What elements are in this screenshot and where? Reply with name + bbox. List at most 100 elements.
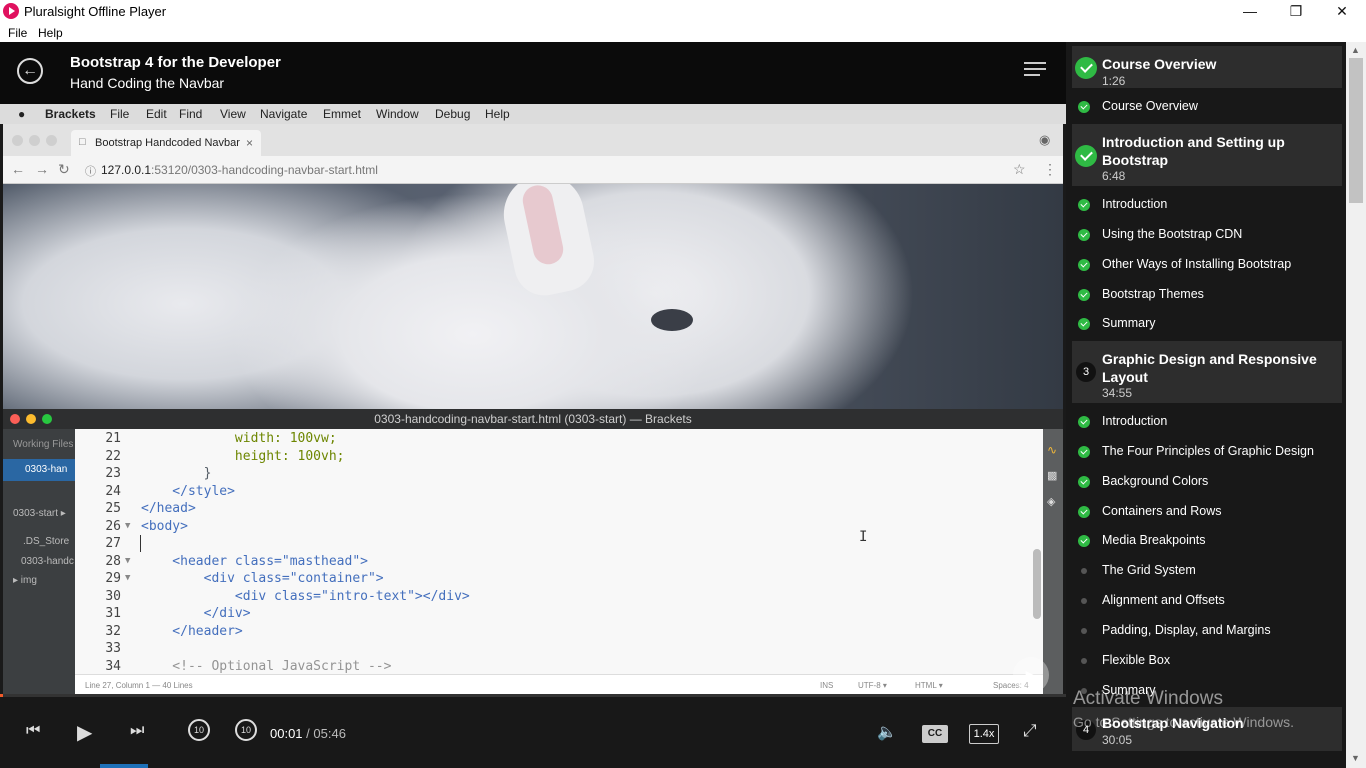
clip-complete-icon — [1078, 446, 1090, 458]
clip-title: Using the Bootstrap CDN — [1102, 227, 1243, 241]
clip-pending-icon — [1081, 658, 1087, 664]
rewind-10-icon[interactable]: 10 — [188, 719, 210, 741]
rabbit-image — [3, 184, 1063, 409]
code-line: </div> — [141, 606, 251, 621]
back-arrow-icon[interactable]: ← — [17, 58, 43, 84]
clip-complete-icon — [1078, 318, 1090, 330]
menu-help[interactable]: Help — [38, 26, 63, 40]
code-line: </style> — [141, 483, 235, 499]
skip-next-icon[interactable]: ⏭ — [130, 722, 144, 740]
clip-title: Background Colors — [1102, 474, 1209, 488]
clip-item[interactable]: Flexible Box — [1072, 650, 1342, 672]
clip-item[interactable]: Background Colors — [1072, 471, 1342, 493]
code-line: <body> — [141, 518, 188, 534]
line-number: 32 — [105, 623, 121, 639]
clip-complete-icon — [1078, 506, 1090, 518]
clip-item[interactable]: Alignment and Offsets — [1072, 590, 1342, 612]
clip-title: Introduction — [1102, 414, 1168, 428]
clip-pending-icon — [1081, 568, 1087, 574]
clip-title: Introduction — [1102, 197, 1168, 211]
player-header: ← Bootstrap 4 for the Developer Hand Cod… — [0, 42, 1066, 104]
scroll-up-icon[interactable]: ▲ — [1351, 45, 1360, 55]
close-icon[interactable]: ✕ — [1319, 0, 1365, 23]
module-item[interactable]: Introduction and Setting up Bootstrap 6:… — [1072, 124, 1342, 186]
fold-arrow-icon: ▼ — [125, 573, 131, 583]
play-icon[interactable]: ▶ — [77, 720, 92, 745]
module-item[interactable]: 3 Graphic Design and Responsive Layout 3… — [1072, 341, 1342, 403]
menu-file[interactable]: File — [8, 26, 27, 40]
playback-speed-button[interactable]: 1.4x — [969, 724, 999, 744]
file-item: .DS_Store — [23, 536, 70, 547]
mac-menu-item: View — [220, 107, 246, 121]
info-icon: ⓘ — [85, 166, 96, 178]
file-item: 0303-handc — [21, 556, 74, 567]
overlay-play-icon[interactable]: ▶ — [1013, 657, 1049, 693]
video-frame[interactable]: ● Brackets File Edit Find View Navigate … — [0, 104, 1066, 696]
module-duration: 30:05 — [1102, 733, 1133, 747]
clip-title: Summary — [1102, 316, 1156, 330]
back-icon: ← — [11, 161, 25, 177]
clip-complete-icon — [1078, 229, 1090, 241]
browser-tab-label: Bootstrap Handcoded Navbar — [95, 137, 240, 149]
fullscreen-icon[interactable]: ⤢ — [1023, 721, 1037, 741]
cursor-position: Line 27, Column 1 — 40 Lines — [85, 681, 193, 690]
clip-title: Flexible Box — [1102, 653, 1171, 667]
clip-item[interactable]: Introduction — [1072, 411, 1342, 433]
line-number: 34 — [105, 658, 121, 674]
rabbit-ear — [496, 184, 600, 302]
forward-10-icon[interactable]: 10 — [235, 719, 257, 741]
module-complete-icon — [1075, 145, 1097, 167]
code-line: <div class="intro-text"></div> — [141, 588, 470, 604]
clip-item[interactable]: Containers and Rows — [1072, 501, 1342, 523]
clip-complete-icon — [1078, 289, 1090, 301]
url-path: :53120/0303-handcoding-navbar-start.html — [151, 163, 378, 177]
mouse-ibeam-icon: I — [859, 529, 868, 545]
mac-menu-item: Edit — [146, 107, 167, 121]
table-of-contents: Course Overview 1:26 Course Overview Int… — [1066, 42, 1366, 768]
bookmark-star-icon: ☆ — [1013, 161, 1026, 177]
pluralsight-logo-icon — [3, 3, 19, 19]
clip-title: Bootstrap Themes — [1102, 287, 1204, 301]
closed-captions-icon[interactable]: CC — [922, 725, 948, 743]
clip-item[interactable]: Bootstrap Themes — [1072, 284, 1342, 306]
clip-item[interactable]: Course Overview — [1072, 96, 1342, 118]
scroll-down-icon[interactable]: ▼ — [1351, 753, 1360, 763]
sidebar-scrollbar[interactable]: ▲ ▼ — [1346, 42, 1366, 768]
reload-icon: ↻ — [58, 161, 70, 177]
clip-item[interactable]: Using the Bootstrap CDN — [1072, 224, 1342, 246]
video-mac-menubar: ● Brackets File Edit Find View Navigate … — [0, 104, 1066, 124]
clip-item[interactable]: Other Ways of Installing Bootstrap — [1072, 254, 1342, 276]
module-title: Introduction and Setting up Bootstrap — [1102, 134, 1285, 168]
skip-previous-icon[interactable]: ⏮ — [26, 722, 40, 740]
mac-menu-item: Find — [179, 107, 203, 121]
browser-toolbar: ← → ↻ ⓘ 127.0.0.1:53120/0303-handcoding-… — [3, 156, 1063, 184]
line-number: 28 — [105, 553, 121, 569]
language-mode: HTML ▾ — [915, 681, 943, 690]
restore-icon[interactable]: ❐ — [1273, 0, 1319, 23]
window-title: Pluralsight Offline Player — [24, 4, 167, 19]
table-of-contents-icon[interactable] — [1024, 62, 1048, 82]
clip-item[interactable]: Introduction — [1072, 194, 1342, 216]
mac-menu-item: Navigate — [260, 107, 308, 121]
line-number: 31 — [105, 606, 121, 621]
clip-item[interactable]: Summary — [1072, 313, 1342, 335]
code-line: } — [141, 466, 212, 481]
module-item[interactable]: Course Overview 1:26 — [1072, 46, 1342, 88]
clip-complete-icon — [1078, 259, 1090, 271]
url-host: 127.0.0.1 — [101, 163, 152, 177]
minimize-icon[interactable]: — — [1227, 0, 1273, 23]
code-line: </head> — [141, 501, 196, 516]
clip-item[interactable]: The Grid System — [1072, 560, 1342, 582]
fold-arrow-icon: ▼ — [125, 521, 131, 531]
rabbit-eye — [651, 309, 693, 331]
clip-title: Containers and Rows — [1102, 504, 1222, 518]
clip-item[interactable]: Padding, Display, and Margins — [1072, 620, 1342, 642]
clip-item[interactable]: The Four Principles of Graphic Design — [1072, 441, 1342, 463]
volume-icon[interactable]: 🔈 — [877, 722, 897, 742]
module-title: Hand Coding the Navbar — [70, 75, 225, 91]
browser-tab: □ Bootstrap Handcoded Navbar × — [71, 130, 261, 156]
app-menubar: File Help — [0, 23, 1366, 42]
scrollbar-thumb[interactable] — [1349, 58, 1363, 203]
clip-item[interactable]: Media Breakpoints — [1072, 530, 1342, 552]
extension-manager-icon: ▩ — [1047, 470, 1058, 482]
